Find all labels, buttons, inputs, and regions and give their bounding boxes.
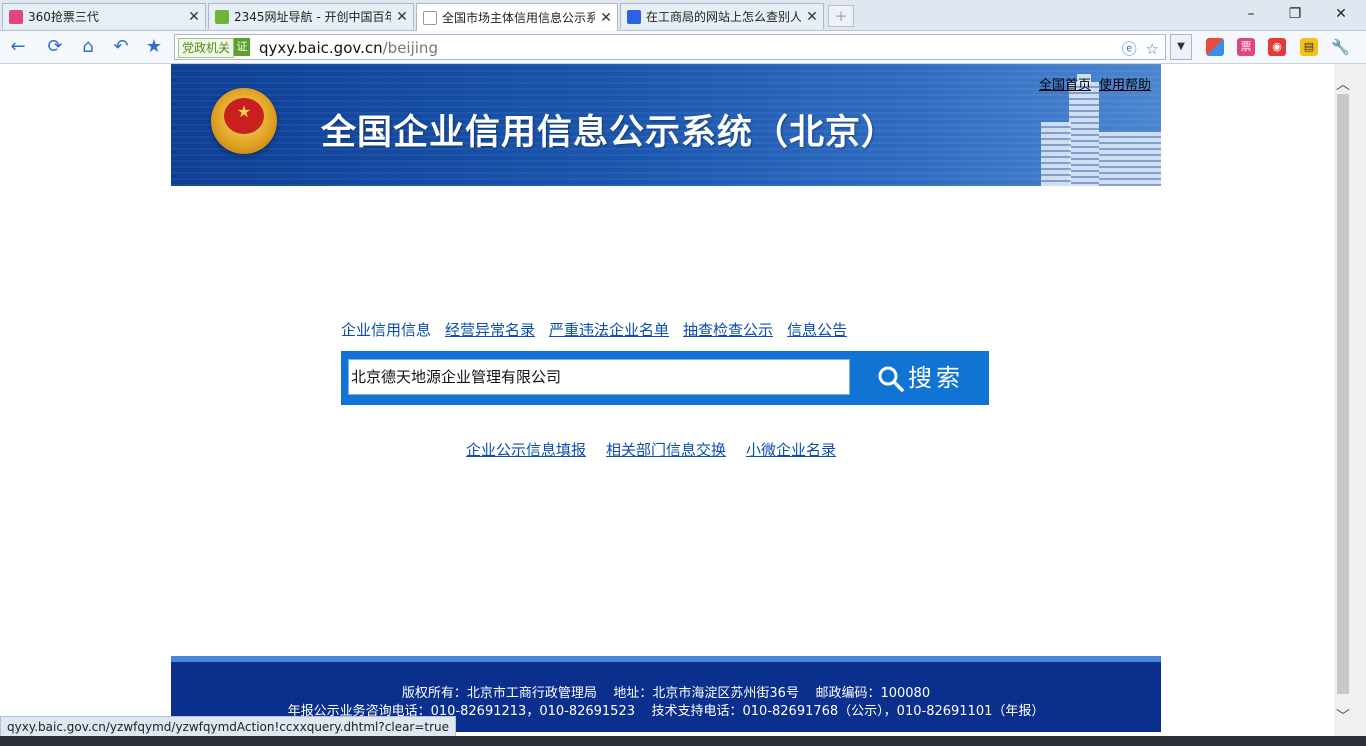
dept-exchange-link[interactable]: 相关部门信息交换	[606, 441, 726, 459]
chevron-down-icon: ▼	[1177, 41, 1185, 52]
address-bar[interactable]: 党政机关 证 qyxy.baic.gov.cn/beijing ⓔ ☆	[174, 34, 1166, 60]
building-illustration	[1021, 74, 1161, 186]
minimize-button[interactable]: –	[1236, 4, 1266, 24]
back-button[interactable]: ←	[6, 35, 30, 59]
home-icon: ⌂	[82, 36, 94, 57]
new-tab-button[interactable]: +	[828, 5, 854, 27]
tab-spot-check[interactable]: 抽查检查公示	[683, 321, 773, 339]
site-banner: ★ 全国企业信用信息公示系统（北京） 全国首页 使用帮助	[171, 64, 1161, 186]
close-icon[interactable]: ✕	[599, 11, 613, 25]
emblem-star-icon: ★	[236, 102, 252, 121]
undo-icon: ↶	[113, 36, 129, 57]
secondary-links: 企业公示信息填报 相关部门信息交换 小微企业名录	[466, 439, 856, 460]
star-icon: ★	[145, 36, 163, 57]
scroll-up-icon[interactable]: ︿	[1334, 76, 1352, 94]
home-button[interactable]: ⌂	[76, 35, 100, 59]
restore-button[interactable]: ❐	[1280, 4, 1310, 24]
browser-tab-strip: 360抢票三代 ✕ 2345网址导航 - 开创中国百年 ✕ 全国市场主体信用信息…	[0, 0, 1366, 31]
search-input[interactable]: 北京德天地源企业管理有限公司	[348, 359, 850, 395]
baidu-paw-icon	[627, 9, 641, 24]
tab-baidu-question[interactable]: 在工商局的网站上怎么查别人 ✕	[620, 3, 824, 29]
search-button[interactable]: 搜索	[853, 351, 989, 405]
arrow-left-icon: ←	[10, 36, 26, 57]
close-icon[interactable]: ✕	[187, 10, 201, 24]
tab-label: 在工商局的网站上怎么查别人	[646, 10, 801, 24]
tools-wrench-icon[interactable]: 🔧	[1331, 38, 1350, 56]
house-icon	[215, 9, 229, 24]
favorite-star-icon[interactable]: ☆	[1146, 40, 1159, 58]
search-button-label: 搜索	[908, 364, 964, 392]
url-text[interactable]: qyxy.baic.gov.cn/beijing	[259, 37, 438, 59]
ticket-extension-icon[interactable]: 票	[1237, 38, 1255, 56]
tab-abnormal-list[interactable]: 经营异常名录	[445, 321, 535, 339]
tab-label: 全国市场主体信用信息公示系	[442, 11, 595, 25]
game-extension-icon[interactable]: ▤	[1300, 38, 1318, 56]
tab-360-ticket[interactable]: 360抢票三代 ✕	[2, 3, 206, 29]
window-close-button[interactable]: ✕	[1326, 4, 1356, 24]
bookmark-button[interactable]: ★	[142, 35, 166, 59]
security-extension-icon[interactable]: ◉	[1268, 38, 1286, 56]
undo-button[interactable]: ↶	[109, 35, 133, 59]
national-emblem-icon: ★	[211, 88, 277, 154]
site-title: 全国企业信用信息公示系统（北京）	[321, 113, 898, 153]
tab-enterprise-credit[interactable]: 企业信用信息	[341, 321, 431, 339]
url-actions: ⓔ ☆	[1122, 38, 1159, 59]
building-tower	[1069, 82, 1099, 186]
building-wing-left	[1041, 122, 1071, 186]
national-home-link[interactable]: 全国首页	[1039, 78, 1091, 93]
refresh-icon: ⟳	[47, 36, 63, 57]
tab-credit-system[interactable]: 全国市场主体信用信息公示系 ✕	[416, 3, 618, 31]
search-icon	[878, 366, 904, 392]
ie-compat-icon[interactable]: ⓔ	[1122, 40, 1137, 58]
tab-announcements[interactable]: 信息公告	[787, 321, 847, 339]
help-link[interactable]: 使用帮助	[1099, 78, 1151, 93]
vertical-scrollbar[interactable]: ︿ ﹀	[1334, 64, 1366, 746]
close-icon[interactable]: ✕	[395, 10, 409, 24]
close-icon[interactable]: ✕	[805, 10, 819, 24]
taskbar-strip	[0, 736, 1366, 746]
page-icon	[423, 10, 437, 25]
certificate-icon: 证	[234, 38, 250, 56]
browser-toolbar: ← ⟳ ⌂ ↶ ★ 党政机关 证 qyxy.baic.gov.cn/beijin…	[0, 31, 1366, 64]
scrollbar-thumb[interactable]	[1337, 94, 1349, 694]
tab-label: 2345网址导航 - 开创中国百年	[234, 10, 391, 24]
tab-serious-violation[interactable]: 严重违法企业名单	[549, 321, 669, 339]
search-category-tabs: 企业信用信息 经营异常名录 严重违法企业名单 抽查检查公示 信息公告	[341, 319, 861, 340]
app-grid-icon[interactable]	[1206, 38, 1224, 56]
banner-links: 全国首页 使用帮助	[1031, 74, 1151, 93]
ticket-icon	[9, 9, 23, 24]
small-micro-list-link[interactable]: 小微企业名录	[746, 441, 836, 459]
status-url: qyxy.baic.gov.cn/yzwfqymd/yzwfqymdAction…	[0, 716, 457, 738]
scroll-down-icon[interactable]: ﹀	[1334, 708, 1352, 726]
search-panel: 北京德天地源企业管理有限公司 搜索	[341, 351, 989, 405]
page-viewport: ★ 全国企业信用信息公示系统（北京） 全国首页 使用帮助 企业信用信息 经营异常名录…	[0, 64, 1334, 746]
gov-badge: 党政机关	[178, 38, 235, 58]
address-dropdown-button[interactable]: ▼	[1170, 34, 1192, 60]
tab-2345-nav[interactable]: 2345网址导航 - 开创中国百年 ✕	[208, 3, 414, 29]
url-domain: qyxy.baic.gov.cn	[259, 39, 383, 57]
url-path: /beijing	[382, 39, 438, 57]
refresh-button[interactable]: ⟳	[43, 35, 67, 59]
building-wing-right	[1099, 132, 1161, 186]
enterprise-report-link[interactable]: 企业公示信息填报	[466, 441, 586, 459]
footer-copyright: 版权所有：北京市工商行政管理局 地址：北京市海淀区苏州街36号 邮政编码：100…	[401, 686, 931, 701]
tab-label: 360抢票三代	[28, 10, 99, 24]
